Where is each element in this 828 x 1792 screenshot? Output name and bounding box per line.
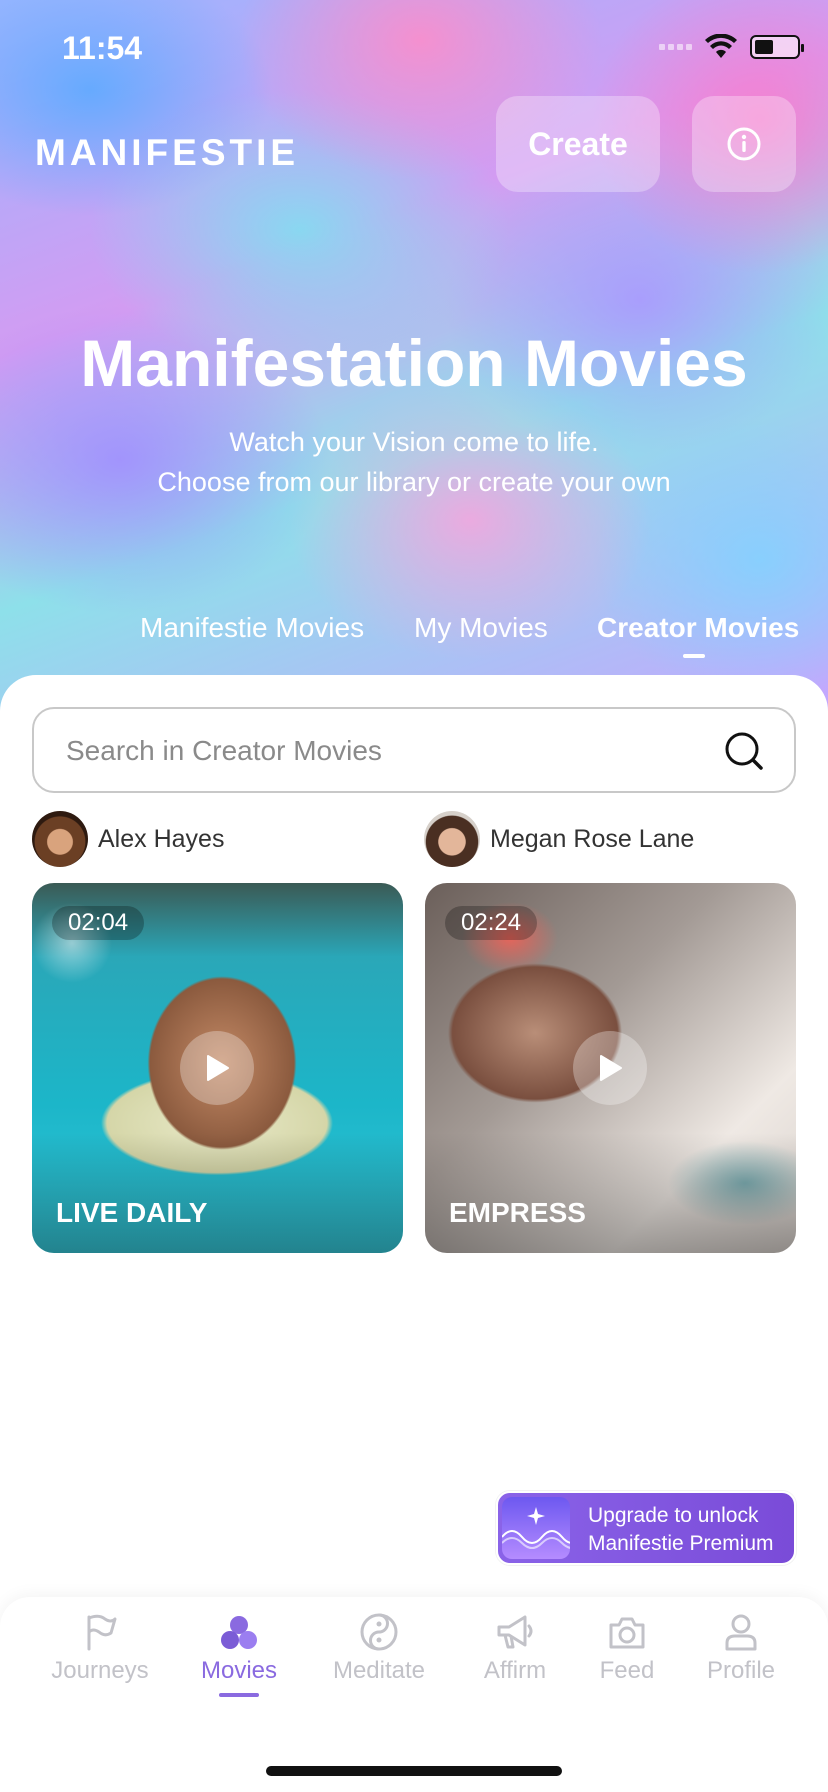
yin-yang-icon	[360, 1613, 398, 1651]
wifi-icon	[705, 34, 737, 58]
status-icons	[659, 34, 804, 60]
upgrade-line-2: Manifestie Premium	[588, 1532, 774, 1555]
status-bar: 11:54	[0, 0, 828, 100]
nav-profile[interactable]: Profile	[681, 1611, 801, 1685]
nav-affirm[interactable]: Affirm	[455, 1611, 575, 1685]
info-icon	[727, 127, 761, 161]
create-button[interactable]: Create	[496, 96, 660, 192]
page-title: Manifestation Movies	[80, 326, 748, 400]
nav-label: Meditate	[332, 1657, 426, 1684]
nav-label: Feed	[599, 1657, 655, 1684]
profile-icon	[725, 1614, 757, 1651]
movie-title: EMPRESS	[449, 1197, 586, 1228]
search-icon[interactable]	[724, 731, 764, 771]
play-icon	[600, 1055, 622, 1081]
home-indicator	[266, 1766, 562, 1776]
nav-movies[interactable]: Movies	[179, 1611, 299, 1697]
upgrade-text: Upgrade to unlock Manifestie Premium	[588, 1502, 774, 1558]
creator-name: Alex Hayes	[98, 824, 225, 853]
nav-label: Journeys	[51, 1657, 149, 1684]
search-input[interactable]: Search in Creator Movies	[32, 707, 796, 793]
battery-icon	[750, 35, 804, 59]
megaphone-icon	[497, 1615, 533, 1649]
active-nav-indicator	[219, 1693, 259, 1697]
nav-meditate[interactable]: Meditate	[319, 1611, 439, 1685]
nav-label: Affirm	[483, 1657, 547, 1684]
movie-title: LIVE DAILY	[56, 1197, 208, 1228]
duration-badge: 02:24	[445, 906, 538, 940]
subtitle-line-2: Choose from our library or create your o…	[157, 467, 671, 497]
active-tab-indicator	[683, 654, 705, 658]
app-logo: MANIFESTIE	[35, 132, 300, 173]
premium-wave-icon	[502, 1497, 570, 1559]
movie-tabs: Manifestie Movies My Movies Creator Movi…	[0, 612, 828, 672]
subtitle-line-1: Watch your Vision come to life.	[229, 427, 599, 457]
cellular-signal-icon	[659, 44, 692, 50]
nav-journeys[interactable]: Journeys	[40, 1611, 160, 1685]
info-button[interactable]	[692, 96, 796, 192]
duration-badge: 02:04	[52, 906, 145, 940]
play-button[interactable]	[573, 1031, 647, 1105]
creator-alex-hayes[interactable]: Alex Hayes	[32, 811, 224, 867]
avatar	[32, 811, 88, 867]
movie-card-empress[interactable]: 02:24 EMPRESS	[425, 883, 796, 1253]
play-button[interactable]	[180, 1031, 254, 1105]
nav-label: Movies	[200, 1657, 278, 1684]
tab-my-movies[interactable]: My Movies	[414, 612, 548, 644]
creator-name: Megan Rose Lane	[490, 824, 695, 853]
creator-megan-rose-lane[interactable]: Megan Rose Lane	[424, 811, 694, 867]
bottom-nav: Journeys Movies Meditate Affirm Feed Pro…	[0, 1597, 828, 1792]
play-icon	[207, 1055, 229, 1081]
avatar	[424, 811, 480, 867]
movies-icon	[221, 1616, 257, 1649]
upgrade-premium-banner[interactable]: Upgrade to unlock Manifestie Premium	[496, 1491, 796, 1565]
movie-card-live-daily[interactable]: 02:04 LIVE DAILY	[32, 883, 403, 1253]
page-subtitle: Watch your Vision come to life. Choose f…	[0, 422, 828, 502]
search-placeholder: Search in Creator Movies	[66, 735, 382, 766]
status-time: 11:54	[62, 30, 143, 66]
flag-icon	[87, 1614, 117, 1651]
nav-feed[interactable]: Feed	[567, 1611, 687, 1685]
tab-creator-movies[interactable]: Creator Movies	[597, 612, 799, 644]
tab-manifestie-movies[interactable]: Manifestie Movies	[140, 612, 364, 644]
upgrade-line-1: Upgrade to unlock	[588, 1504, 759, 1527]
camera-icon	[609, 1617, 645, 1649]
nav-label: Profile	[706, 1657, 776, 1684]
